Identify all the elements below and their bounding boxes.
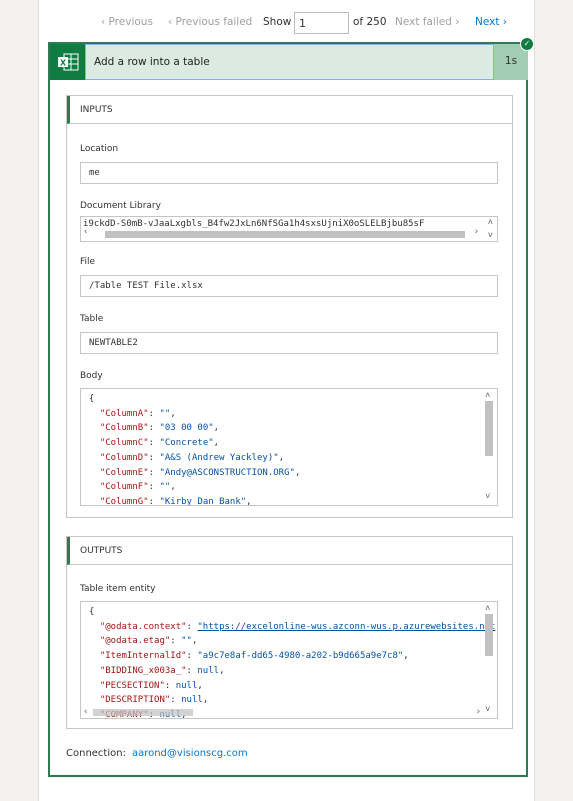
table-item-entity-label: Table item entity	[80, 584, 156, 594]
json-value[interactable]: "https://excelonline-wus.azconn-wus.p.az…	[197, 622, 495, 632]
json-key: "ItemInternalId"	[99, 651, 187, 662]
document-library-label: Document Library	[80, 201, 161, 211]
json-key: "ColumnA"	[99, 408, 149, 419]
scroll-up-icon[interactable]: ˄	[488, 218, 493, 228]
document-library-field[interactable]: i9ckdD-S0mB-vJaaLxgbls_B4fw2JxLn6NfSGa1h…	[80, 216, 498, 242]
json-value: "03 00 00"	[159, 423, 214, 434]
json-value: null	[181, 695, 203, 706]
inputs-header[interactable]: INPUTS	[67, 96, 512, 124]
json-key: "ColumnB"	[99, 423, 149, 434]
run-number-input[interactable]	[294, 12, 349, 34]
horizontal-scrollbar[interactable]: ‹ ›	[83, 227, 479, 239]
json-key: "@odata.etag"	[99, 636, 171, 647]
vertical-scrollbar[interactable]: ˄ ˅	[483, 391, 495, 503]
json-key: "BIDDING_x003a_"	[99, 665, 187, 676]
code-line: "ColumnA": "",	[99, 408, 176, 419]
code-line: "PECSECTION": null,	[99, 680, 203, 691]
body-label: Body	[80, 371, 103, 381]
file-field[interactable]: /Table TEST File.xlsx	[80, 275, 498, 297]
json-value: ""	[181, 636, 192, 647]
vertical-scrollbar[interactable]: ˄ ˅	[483, 604, 495, 716]
success-check-icon: ✓	[520, 37, 534, 51]
json-key: "ColumnF"	[99, 482, 149, 493]
inputs-section: INPUTS Location me Document Library i9ck…	[66, 95, 513, 518]
json-key: "PECSECTION"	[99, 680, 165, 691]
code-line: "DESCRIPTION": null,	[99, 695, 209, 706]
horizontal-scrollbar[interactable]: ‹ ›	[83, 707, 481, 717]
json-value: null	[197, 665, 220, 676]
previous-button[interactable]: ‹ Previous	[101, 16, 153, 28]
json-key: "ColumnC"	[99, 438, 149, 449]
json-value: "Kirby Dan Bank"	[159, 496, 247, 506]
next-failed-button[interactable]: Next failed ›	[395, 16, 459, 28]
show-label: Show	[263, 16, 292, 28]
location-field[interactable]: me	[80, 162, 498, 184]
json-key: "@odata.context"	[99, 621, 187, 632]
body-code[interactable]: { "ColumnA": "", "ColumnB": "03 00 00", …	[80, 388, 498, 506]
json-key: "ColumnE"	[99, 467, 149, 478]
outputs-header[interactable]: OUTPUTS	[67, 537, 512, 565]
code-line: "@odata.context": "https://excelonline-w…	[99, 621, 497, 632]
json-value: "a9c7e8af-dd65-4980-a202-b9d665a9e7c8"	[197, 651, 404, 662]
action-card: X Add a row into a table 1s ✓ INPUTS Loc…	[48, 37, 534, 777]
json-value: "Concrete"	[159, 438, 214, 449]
code-line: "ItemInternalId": "a9c7e8af-dd65-4980-a2…	[99, 651, 409, 662]
json-value: ""	[159, 408, 171, 419]
json-key: "DESCRIPTION"	[99, 695, 171, 706]
svg-text:X: X	[60, 59, 67, 68]
action-header[interactable]: X Add a row into a table 1s ✓	[50, 37, 534, 80]
table-field[interactable]: NEWTABLE2	[80, 332, 498, 354]
json-value: ""	[159, 482, 171, 493]
previous-failed-button[interactable]: ‹ Previous failed	[168, 16, 252, 28]
next-button[interactable]: Next ›	[475, 16, 507, 28]
table-item-entity-code[interactable]: { "@odata.context": "https://excelonline…	[80, 601, 498, 719]
json-key: "ColumnD"	[99, 452, 149, 463]
code-line: "BIDDING_x003a_": null,	[99, 665, 225, 676]
json-value: "Andy@ASCONSTRUCTION.ORG"	[159, 467, 295, 478]
of-total: of 250	[353, 16, 387, 28]
open-brace: {	[89, 394, 95, 404]
json-key: "ColumnG"	[99, 496, 149, 506]
code-line: "ColumnE": "Andy@ASCONSTRUCTION.ORG",	[99, 467, 301, 478]
run-details-panel: ‹ Previous ‹ Previous failed Show of 250…	[38, 0, 535, 801]
code-line: "ColumnB": "03 00 00",	[99, 423, 220, 434]
code-line: "ColumnD": "A&S (Andrew Yackley)",	[99, 452, 285, 463]
code-line: "@odata.etag": "",	[99, 636, 198, 647]
json-value: null	[175, 680, 198, 691]
table-label: Table	[80, 314, 104, 324]
run-navigation: ‹ Previous ‹ Previous failed Show of 250…	[39, 12, 534, 34]
connection-link[interactable]: aarond@visionscg.com	[132, 748, 248, 759]
open-brace: {	[89, 607, 95, 617]
file-label: File	[80, 257, 96, 267]
excel-icon: X	[50, 44, 85, 80]
connection-label: Connection:	[66, 748, 126, 759]
code-line: "ColumnF": "",	[99, 482, 176, 493]
outputs-section: OUTPUTS Table item entity { "@odata.cont…	[66, 536, 513, 729]
document-library-value: i9ckdD-S0mB-vJaaLxgbls_B4fw2JxLn6NfSGa1h…	[83, 219, 425, 229]
code-line: "ColumnG": "Kirby Dan Bank",	[99, 496, 252, 506]
scroll-down-icon[interactable]: ˅	[488, 231, 493, 241]
location-label: Location	[80, 144, 119, 154]
code-line: "ColumnC": "Concrete",	[99, 438, 220, 449]
connection-info: Connection: aarond@visionscg.com	[66, 748, 248, 759]
json-value: "A&S (Andrew Yackley)"	[159, 452, 279, 463]
action-title: Add a row into a table	[85, 44, 494, 80]
